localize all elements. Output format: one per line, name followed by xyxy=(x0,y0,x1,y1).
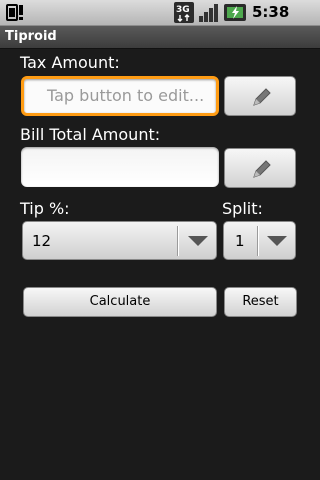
pencil-icon xyxy=(253,88,271,106)
tip-percent-label: Tip %: xyxy=(20,199,70,218)
calculate-button[interactable]: Calculate xyxy=(23,287,217,317)
clock: 5:38 AM xyxy=(252,3,290,42)
split-spinner[interactable]: 1 xyxy=(223,221,296,260)
3g-icon: 3G xyxy=(174,2,194,23)
tax-amount-field[interactable]: Tap button to edit... xyxy=(21,76,219,116)
edit-tax-button[interactable] xyxy=(224,76,296,116)
split-label: Split: xyxy=(222,199,263,218)
tax-amount-label: Tax Amount: xyxy=(20,53,120,72)
tax-amount-placeholder: Tap button to edit... xyxy=(47,86,205,105)
app-title-bar: Tiproid xyxy=(0,26,320,49)
tip-percent-value: 12 xyxy=(32,232,52,250)
tip-percent-spinner[interactable]: 12 xyxy=(22,221,217,260)
calculate-button-label: Calculate xyxy=(89,294,151,309)
reset-button-label: Reset xyxy=(242,294,279,309)
spinner-divider xyxy=(257,226,258,256)
signal-icon xyxy=(199,4,218,22)
chevron-down-icon xyxy=(188,236,208,246)
bill-total-field[interactable] xyxy=(21,147,219,187)
pencil-icon xyxy=(253,160,271,178)
edit-bill-button[interactable] xyxy=(224,148,296,188)
app-title: Tiproid xyxy=(5,29,57,44)
battery-icon xyxy=(224,4,246,21)
spinner-divider xyxy=(177,226,178,256)
notification-icon xyxy=(6,4,23,21)
svg-text:3G: 3G xyxy=(176,5,190,15)
bill-total-label: Bill Total Amount: xyxy=(20,125,161,144)
chevron-down-icon xyxy=(267,236,287,246)
status-bar: 3G 5:38 AM xyxy=(0,0,320,42)
reset-button[interactable]: Reset xyxy=(224,287,297,317)
split-value: 1 xyxy=(235,232,245,250)
